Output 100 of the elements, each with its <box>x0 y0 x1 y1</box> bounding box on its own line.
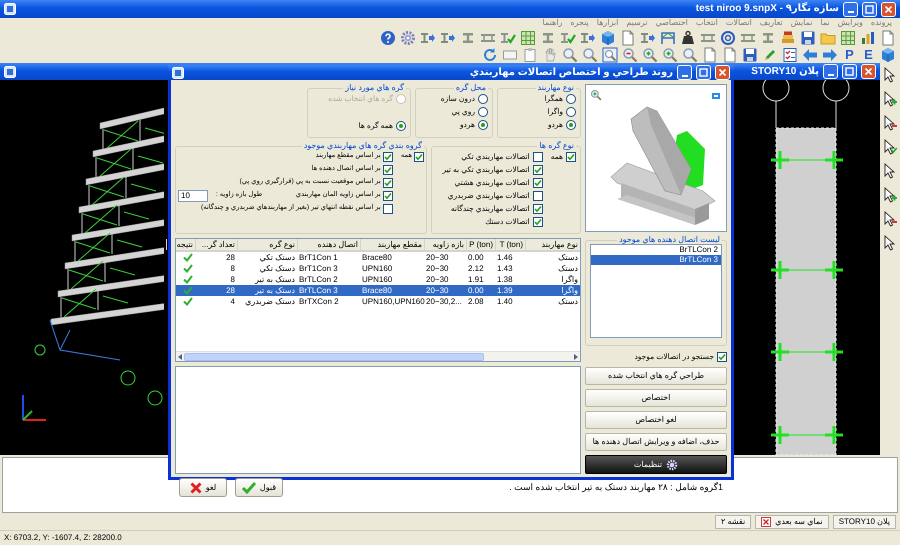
clipboard-icon[interactable] <box>522 46 538 62</box>
cursor-plus-icon[interactable] <box>882 187 898 203</box>
document-tab[interactable]: پلان STORY10 <box>832 514 896 528</box>
menu-item[interactable]: پرونده <box>870 18 892 29</box>
document-tab[interactable]: نماي سه بعدي <box>755 514 829 528</box>
list-item[interactable]: BrTLCon 2 <box>591 245 721 255</box>
minimize-button[interactable] <box>823 64 838 79</box>
column-header[interactable]: T (ton) <box>495 239 525 250</box>
cursor-icon[interactable] <box>882 163 898 179</box>
document-tab[interactable]: نقشه ۲ <box>714 514 752 528</box>
menu-item[interactable]: ويرايش <box>838 18 863 29</box>
view-icon[interactable] <box>711 91 721 101</box>
checkbox[interactable] <box>532 190 543 200</box>
close-icon[interactable] <box>761 516 772 526</box>
checkbox[interactable] <box>382 190 393 200</box>
cancel-button[interactable]: لغو <box>179 478 227 497</box>
arrow-left-icon[interactable] <box>802 46 818 62</box>
save-icon[interactable] <box>742 46 758 62</box>
minimize-button[interactable] <box>677 65 692 80</box>
toolbar-letter[interactable]: E <box>861 47 876 62</box>
checkbox[interactable] <box>566 152 576 162</box>
column-header[interactable]: مقطع مهاربند <box>360 239 424 250</box>
menu-item[interactable]: نما <box>820 18 830 29</box>
cube-icon[interactable] <box>880 46 896 62</box>
menu-item[interactable]: ترسيم <box>626 18 648 29</box>
checkbox[interactable] <box>532 216 543 226</box>
gear-icon[interactable] <box>400 30 416 46</box>
column-header[interactable]: اتصال دهنده <box>297 239 360 250</box>
zoom-icon[interactable] <box>590 89 602 101</box>
maximize-button[interactable] <box>842 64 857 79</box>
checkbox[interactable] <box>382 204 393 214</box>
cursor-icon[interactable] <box>882 235 898 251</box>
list-item[interactable]: BrTLCon 3 <box>591 255 721 265</box>
close-button[interactable] <box>881 2 896 16</box>
column-header[interactable]: بازه زاويه <box>424 239 466 250</box>
close-button[interactable] <box>715 65 730 80</box>
action-button[interactable]: حذف، اضافه و ويرايش اتصال دهنده ها <box>585 433 727 451</box>
document-icon[interactable] <box>880 30 896 46</box>
menu-item[interactable]: انتخاب <box>696 18 718 29</box>
horizontal-scrollbar[interactable] <box>176 351 580 361</box>
ring-icon[interactable] <box>720 30 736 46</box>
document-icon[interactable] <box>620 30 636 46</box>
cursor-icon[interactable] <box>882 67 898 83</box>
checkbox[interactable] <box>382 152 393 162</box>
stack-icon[interactable] <box>780 30 796 46</box>
menu-item[interactable]: ابزارها <box>596 18 618 29</box>
menu-item[interactable]: اختصاصي <box>655 18 688 29</box>
action-button[interactable]: لغو اختصاص <box>585 411 727 429</box>
action-button[interactable]: طراحي گره هاي انتخاب شده <box>585 367 727 385</box>
document-icon[interactable] <box>722 46 738 62</box>
cursor-check-icon[interactable] <box>882 139 898 155</box>
weight-icon[interactable] <box>680 30 696 46</box>
column-header[interactable]: نتيجه <box>166 239 195 250</box>
radio-button[interactable] <box>396 120 406 130</box>
zoom-out-icon[interactable] <box>622 46 638 62</box>
scroll-right-icon[interactable] <box>572 352 580 360</box>
radio-button[interactable] <box>478 106 488 116</box>
checkbox[interactable] <box>532 178 543 188</box>
grid-icon[interactable] <box>520 30 536 46</box>
toolbar-letter[interactable]: P <box>842 47 857 62</box>
cursor-minus-icon[interactable] <box>882 211 898 227</box>
column-header[interactable]: P (ton) <box>466 239 495 250</box>
menu-item[interactable]: اتصالات <box>726 18 752 29</box>
magnifier-icon[interactable] <box>682 46 698 62</box>
cursor-plus-icon[interactable] <box>882 91 898 107</box>
maximize-button[interactable] <box>696 65 711 80</box>
bar-chart-icon[interactable] <box>860 30 876 46</box>
zoom-in-icon[interactable] <box>662 46 678 62</box>
checklist-icon[interactable] <box>782 46 798 62</box>
zoom-window-icon[interactable] <box>602 46 618 62</box>
checkbox[interactable] <box>532 164 543 174</box>
checkbox[interactable] <box>382 178 393 188</box>
settings-button[interactable]: تنظيمات <box>585 455 727 474</box>
checkbox[interactable] <box>717 352 727 362</box>
menu-item[interactable]: راهنما <box>542 18 562 29</box>
help-icon[interactable] <box>380 30 396 46</box>
radio-button[interactable] <box>478 120 488 130</box>
column-header[interactable]: نوع مهاربند <box>525 239 580 250</box>
menu-item[interactable]: نمايش <box>790 18 812 29</box>
checkbox[interactable] <box>532 152 543 162</box>
refresh-icon[interactable] <box>482 46 498 62</box>
radio-button[interactable] <box>566 106 576 116</box>
document-icon[interactable] <box>702 46 718 62</box>
magnifier-icon[interactable] <box>582 46 598 62</box>
column-header[interactable]: تعداد گر... <box>195 239 237 250</box>
scroll-left-icon[interactable] <box>176 352 184 360</box>
action-button[interactable]: اختصاص <box>585 389 727 407</box>
maximize-button[interactable] <box>862 2 877 16</box>
magnifier-icon[interactable] <box>562 46 578 62</box>
checkbox[interactable] <box>532 204 543 214</box>
frame-icon[interactable] <box>660 30 676 46</box>
menu-item[interactable]: پنجره <box>570 18 589 29</box>
save-icon[interactable] <box>800 30 816 46</box>
checkbox[interactable] <box>414 152 424 162</box>
radio-button[interactable] <box>566 120 576 130</box>
column-header[interactable]: نوع گره <box>237 239 297 250</box>
minimize-button[interactable] <box>843 2 858 16</box>
radio-button[interactable] <box>478 94 488 104</box>
arrow-right-icon[interactable] <box>822 46 838 62</box>
cube-icon[interactable] <box>600 30 616 46</box>
